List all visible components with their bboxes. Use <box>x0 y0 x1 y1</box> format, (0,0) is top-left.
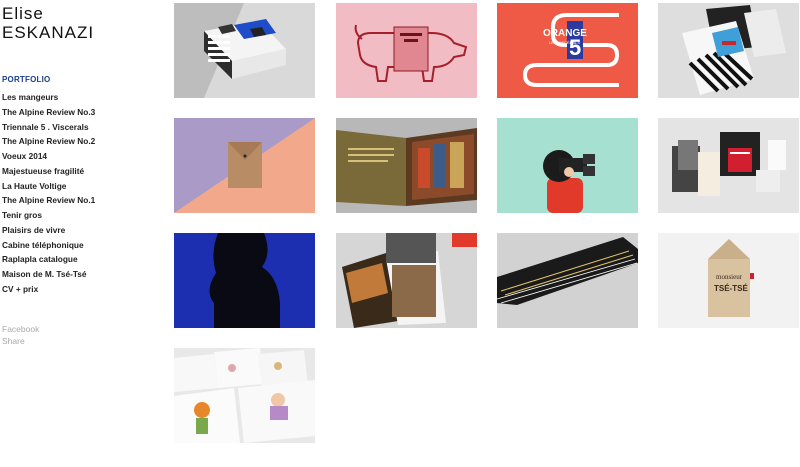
thumbnail-house-box[interactable]: monsieur TSÉ-TSÉ <box>658 233 799 328</box>
site-title-first-name[interactable]: Elise <box>2 4 94 23</box>
share-link[interactable]: Share <box>2 335 39 347</box>
nav-item-alpine-review-3[interactable]: The Alpine Review No.3 <box>2 105 95 120</box>
nav-item-cv-prix[interactable]: CV + prix <box>2 282 95 297</box>
nav-item-majestueuse-fragilite[interactable]: Majestueuse fragilité <box>2 164 95 179</box>
house-box-image: monsieur TSÉ-TSÉ <box>658 233 799 328</box>
nav-item-maison-tse-tse[interactable]: Maison de M. Tsé-Tsé <box>2 267 95 282</box>
thumbnail-orange-5[interactable]: ORANGE 5 LES VISCÉRALS <box>497 3 638 98</box>
nav-item-raplapla-catalogue[interactable]: Raplapla catalogue <box>2 252 95 267</box>
thumbnail-striped-magazines[interactable] <box>658 3 799 98</box>
thumbnail-cards-collage[interactable] <box>658 118 799 213</box>
thumbnail-pig-book[interactable] <box>336 3 477 98</box>
cards-collage-image <box>658 118 799 213</box>
nav-item-triennale-5[interactable]: Triennale 5 . Viscerals <box>2 120 95 135</box>
striped-magazines-image <box>658 3 799 98</box>
house-box-text-1: monsieur <box>716 273 743 281</box>
site-title-last-name[interactable]: ESKANAZI <box>2 23 94 42</box>
child-binoculars-image <box>497 118 638 213</box>
thumbnail-envelope-card[interactable] <box>174 118 315 213</box>
nav-item-alpine-review-1[interactable]: The Alpine Review No.1 <box>2 193 95 208</box>
orange-5-poster-image: ORANGE 5 LES VISCÉRALS <box>497 3 638 98</box>
facebook-link[interactable]: Facebook <box>2 323 39 335</box>
nav-item-cabine-telephonique[interactable]: Cabine téléphonique <box>2 238 95 253</box>
thumbnail-photo-book[interactable] <box>336 233 477 328</box>
nav-section-label[interactable]: PORTFOLIO <box>2 75 50 84</box>
stacked-books-image <box>174 3 315 98</box>
pig-outline-image <box>336 3 477 98</box>
thumbnail-open-book[interactable] <box>336 118 477 213</box>
nav-item-alpine-review-2[interactable]: The Alpine Review No.2 <box>2 134 95 149</box>
open-book-painting-image <box>336 118 477 213</box>
site-title[interactable]: Elise ESKANAZI <box>2 4 94 42</box>
orange-poster-number: 5 <box>569 35 581 60</box>
nav-item-tenir-gros[interactable]: Tenir gros <box>2 208 95 223</box>
photo-book-image <box>336 233 477 328</box>
silhouette-image <box>174 233 315 328</box>
envelope-card-image <box>174 118 315 213</box>
nav-item-haute-voltige[interactable]: La Haute Voltige <box>2 179 95 194</box>
thumbnail-book-edge[interactable] <box>497 233 638 328</box>
thumbnail-illustrated-cards[interactable] <box>174 348 315 443</box>
nav-item-voeux-2014[interactable]: Voeux 2014 <box>2 149 95 164</box>
illustrated-cards-image <box>174 348 315 443</box>
social-links: Facebook Share <box>2 323 39 347</box>
thumbnail-stacked-books[interactable] <box>174 3 315 98</box>
orange-poster-subtitle: LES VISCÉRALS <box>549 40 580 45</box>
thumbnail-silhouette[interactable] <box>174 233 315 328</box>
thumbnail-child-binoculars[interactable] <box>497 118 638 213</box>
book-edge-image <box>497 233 638 328</box>
portfolio-nav: Les mangeurs The Alpine Review No.3 Trie… <box>2 90 95 297</box>
house-box-text-2: TSÉ-TSÉ <box>714 284 748 293</box>
nav-item-les-mangeurs[interactable]: Les mangeurs <box>2 90 95 105</box>
sidebar: Elise ESKANAZI PORTFOLIO Les mangeurs Th… <box>0 0 170 467</box>
nav-item-plaisirs-de-vivre[interactable]: Plaisirs de vivre <box>2 223 95 238</box>
